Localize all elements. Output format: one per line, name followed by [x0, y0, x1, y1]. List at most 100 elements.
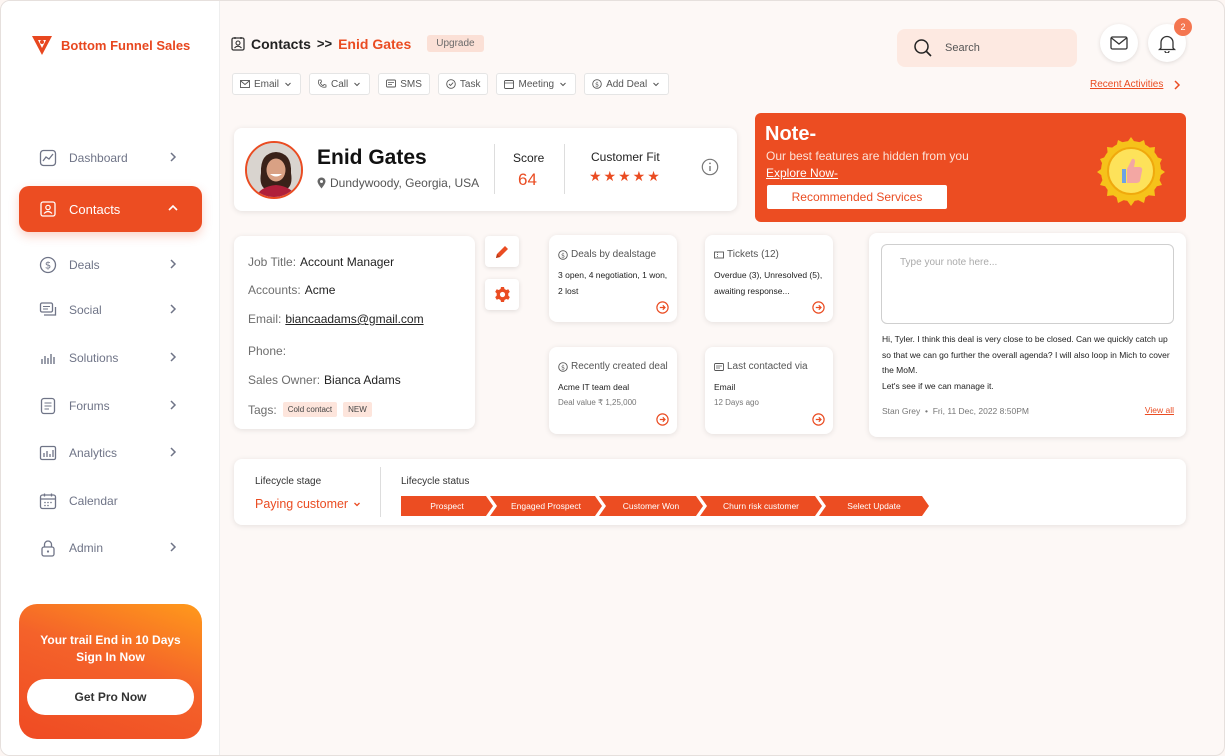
search-icon: [914, 39, 932, 57]
lifecycle-step[interactable]: Customer Won: [599, 496, 703, 516]
tag-chip[interactable]: NEW: [343, 402, 372, 417]
meeting-action-button[interactable]: Meeting: [496, 73, 577, 95]
contact-card-icon: [231, 37, 245, 51]
avatar: [245, 141, 303, 199]
email-link[interactable]: biancaadams@gmail.com: [285, 312, 423, 326]
sidebar-item-label: Social: [69, 303, 102, 317]
sidebar-item-calendar[interactable]: Calendar: [19, 478, 202, 524]
sidebar-item-forums[interactable]: Forums: [19, 383, 202, 429]
recommended-services-button[interactable]: Recommended Services: [767, 185, 947, 209]
edit-button[interactable]: [485, 236, 519, 267]
sidebar-item-dashboard[interactable]: Dashboard: [19, 135, 202, 181]
recent-activities-link[interactable]: Recent Activities: [1090, 79, 1181, 90]
chevron-right-icon: [170, 259, 177, 269]
call-action-button[interactable]: Call: [309, 73, 371, 95]
location-pin-icon: [317, 177, 326, 189]
phone-icon: [317, 79, 327, 88]
task-action-button[interactable]: Task: [437, 73, 489, 95]
sidebar-item-contacts[interactable]: Contacts: [19, 186, 202, 232]
mail-icon: [240, 80, 250, 88]
lifecycle-card: Lifecycle stage Paying customer Lifecycl…: [234, 459, 1186, 525]
chevron-down-icon: [560, 82, 566, 87]
recent-deal-widget[interactable]: $ Recently created deal Acme IT team dea…: [549, 347, 677, 434]
notification-count-badge: 2: [1174, 18, 1192, 36]
arrow-circle-right-icon[interactable]: [812, 413, 825, 426]
note-subtitle: Our best features are hidden from you: [766, 149, 969, 163]
svg-text:$: $: [595, 81, 599, 88]
arrow-circle-right-icon[interactable]: [656, 413, 669, 426]
recent-deal-value: Deal value ₹ 1,25,000: [558, 398, 637, 407]
document-icon: [39, 397, 57, 415]
accounts-value: Acme: [304, 283, 336, 297]
gear-icon: [494, 287, 510, 302]
chevron-right-icon: [170, 400, 177, 410]
analytics-icon: [39, 444, 57, 462]
dollar-circle-icon: $: [558, 249, 568, 260]
settings-button[interactable]: [485, 279, 519, 310]
svg-text:$: $: [561, 364, 565, 371]
note-meta: Stan Grey • Fri, 11 Dec, 2022 8:50PM: [882, 406, 1029, 416]
last-contacted-ago: 12 Days ago: [714, 398, 759, 407]
breadcrumb-current: Enid Gates: [338, 35, 412, 52]
sms-action-button[interactable]: SMS: [378, 73, 430, 95]
arrow-circle-right-icon[interactable]: [656, 301, 669, 314]
sidebar-item-social[interactable]: Social: [19, 287, 202, 333]
phone-row: Phone:: [248, 344, 287, 358]
email-action-button[interactable]: Email: [232, 73, 302, 95]
add-deal-action-button[interactable]: $ Add Deal: [584, 73, 670, 95]
chevron-down-icon: [653, 82, 660, 87]
lifecycle-step[interactable]: Churn risk customer: [700, 496, 822, 516]
svg-text:$: $: [561, 252, 565, 259]
chevron-down-icon: [354, 82, 361, 87]
sidebar-item-admin[interactable]: Admin: [19, 525, 202, 571]
sidebar-item-analytics[interactable]: Analytics: [19, 430, 202, 476]
tags-row: Tags: Cold contact NEW: [248, 402, 372, 417]
note-textarea[interactable]: Type your note here...: [881, 244, 1174, 324]
note-title: Note-: [765, 123, 817, 145]
sidebar-item-label: Admin: [69, 541, 104, 555]
logo-icon: [32, 36, 52, 55]
breadcrumb-contacts[interactable]: Contacts: [251, 36, 311, 52]
sidebar-item-label: Deals: [69, 258, 100, 272]
search-input[interactable]: Search: [897, 29, 1077, 67]
tickets-widget[interactable]: Tickets (12) Overdue (3), Unresolved (5)…: [705, 235, 833, 322]
chevron-right-icon: [170, 542, 177, 552]
sidebar-item-label: Dashboard: [69, 151, 128, 165]
lifecycle-stage-dropdown[interactable]: Paying customer: [255, 497, 362, 511]
score-label: Score: [513, 151, 545, 165]
bell-icon: [1158, 35, 1176, 53]
info-icon[interactable]: [701, 158, 719, 176]
sign-in-link[interactable]: Sign In Now: [19, 649, 202, 666]
app-frame: Bottom Funnel Sales Dashboard Contacts $…: [0, 0, 1225, 756]
breadcrumb: Contacts >> Enid Gates Upgrade: [231, 35, 484, 52]
tickets-widget-title: Tickets (12): [727, 249, 779, 260]
lifecycle-step[interactable]: Prospect: [401, 496, 493, 516]
last-contacted-widget-title: Last contacted via: [727, 361, 808, 372]
chevron-right-icon: [1174, 79, 1181, 90]
arrow-circle-right-icon[interactable]: [812, 301, 825, 314]
view-all-link[interactable]: View all: [1145, 405, 1174, 415]
lifecycle-step[interactable]: Select Update: [819, 496, 929, 516]
contacts-icon: [39, 200, 57, 218]
mail-button[interactable]: [1100, 24, 1138, 62]
sidebar-item-solutions[interactable]: Solutions: [19, 335, 202, 381]
calendar-icon: [39, 492, 57, 510]
sidebar-item-deals[interactable]: $ Deals: [19, 242, 202, 288]
check-circle-icon: [446, 79, 456, 89]
last-contacted-widget[interactable]: Last contacted via Email 12 Days ago: [705, 347, 833, 434]
lifecycle-step[interactable]: Engaged Prospect: [490, 496, 602, 516]
brand-name: Bottom Funnel Sales: [61, 37, 191, 53]
tag-chip[interactable]: Cold contact: [282, 402, 338, 417]
get-pro-button[interactable]: Get Pro Now: [27, 679, 194, 715]
notifications-button[interactable]: 2: [1148, 18, 1192, 62]
sales-owner-value: Bianca Adams: [324, 373, 401, 387]
logo[interactable]: Bottom Funnel Sales: [31, 33, 190, 57]
sidebar-item-label: Analytics: [69, 446, 118, 460]
svg-text:$: $: [45, 261, 51, 272]
note-author: Stan Grey: [882, 406, 921, 416]
upgrade-badge[interactable]: Upgrade: [427, 35, 484, 52]
email-row: Email: biancaadams@gmail.com: [248, 312, 424, 326]
chevron-down-icon: [285, 82, 291, 87]
deals-widget[interactable]: $ Deals by dealstage 3 open, 4 negotiati…: [549, 235, 677, 322]
explore-now-link[interactable]: Explore Now-: [766, 166, 838, 180]
